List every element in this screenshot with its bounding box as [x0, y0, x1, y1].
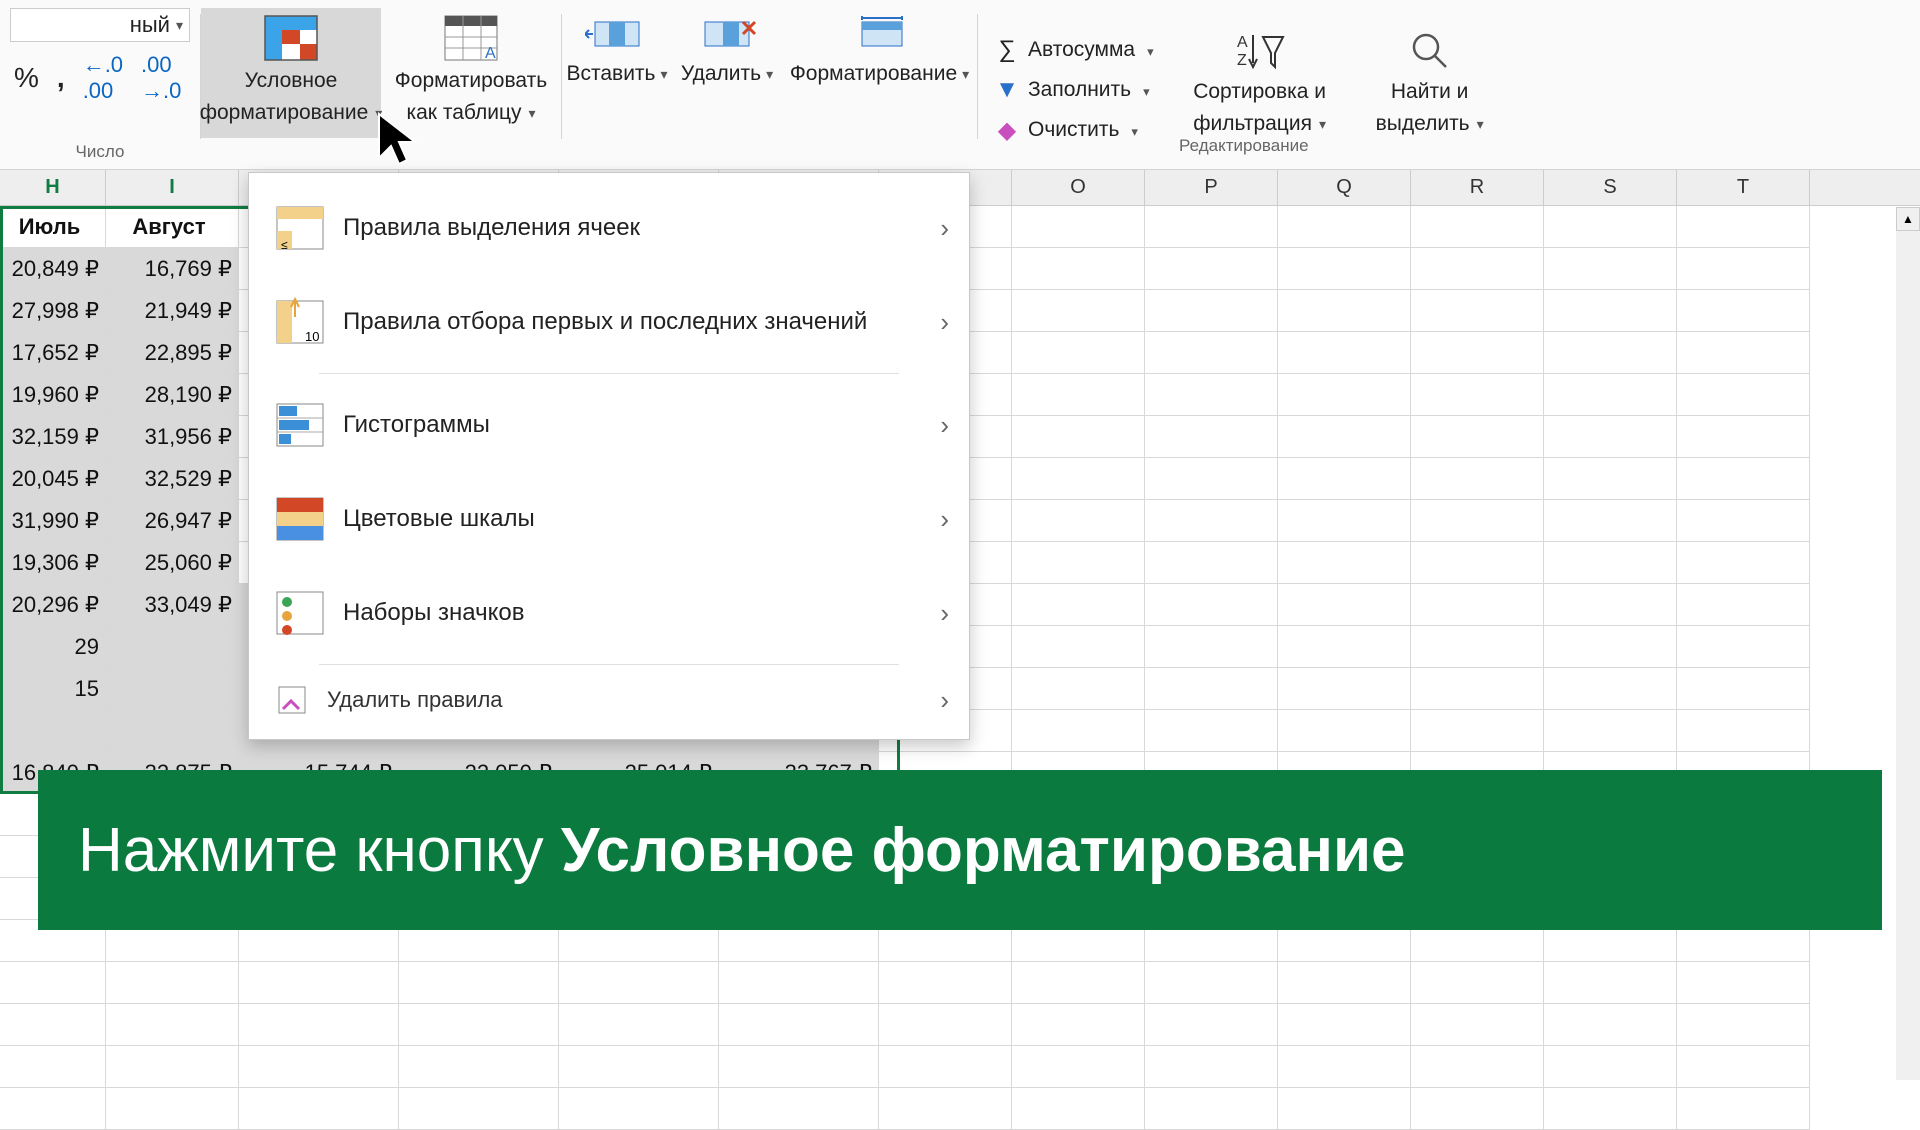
vertical-scrollbar[interactable]: ▲: [1896, 207, 1920, 1080]
number-format-dropdown[interactable]: ный ▾: [10, 8, 190, 42]
cell[interactable]: [0, 710, 106, 752]
decrease-decimal-icon[interactable]: .00→.0: [141, 52, 181, 104]
cell[interactable]: 19,960 ₽: [0, 374, 106, 416]
group-label-number: Число: [76, 142, 125, 162]
sort-filter-button[interactable]: AZ Сортировка и фильтрация: [1180, 23, 1340, 153]
svg-text:Z: Z: [1237, 52, 1247, 69]
top-bottom-icon: 10: [275, 297, 325, 347]
fill-down-icon: ▼: [994, 76, 1020, 104]
table-row: [0, 962, 1920, 1004]
menu-colorscales[interactable]: Цветовые шкалы ›: [249, 472, 969, 566]
sort-filter-icon: AZ: [1235, 29, 1285, 73]
cell[interactable]: Август: [106, 206, 239, 248]
menu-top-bottom[interactable]: 10 Правила отбора первых и последних зна…: [249, 275, 969, 369]
group-label-editing: Редактирование: [978, 136, 1510, 156]
table-row: [0, 1004, 1920, 1046]
databars-icon: [275, 400, 325, 450]
cell[interactable]: 15: [0, 668, 106, 710]
search-icon: [1408, 29, 1452, 73]
cell[interactable]: 29: [0, 626, 106, 668]
cell[interactable]: 21,949 ₽: [106, 290, 239, 332]
chevron-down-icon: ▾: [176, 17, 183, 34]
chevron-right-icon: ›: [940, 598, 949, 629]
cell[interactable]: 20,849 ₽: [0, 248, 106, 290]
chevron-right-icon: ›: [940, 504, 949, 535]
svg-text:≤: ≤: [281, 238, 288, 252]
colorscales-icon: [275, 494, 325, 544]
format-button[interactable]: Форматирование: [782, 8, 977, 86]
scroll-up-icon[interactable]: ▲: [1896, 207, 1920, 231]
clear-rules-icon: [275, 683, 309, 717]
group-number: ный ▾ % , ←.0.00 .00→.0 Число: [0, 8, 200, 168]
menu-clear-rules[interactable]: Удалить правила ›: [249, 669, 969, 731]
column-header[interactable]: I: [106, 170, 239, 205]
cell[interactable]: 32,529 ₽: [106, 458, 239, 500]
cell[interactable]: 33,049 ₽: [106, 584, 239, 626]
fill-button[interactable]: ▼Заполнить: [988, 74, 1160, 106]
iconsets-icon: [275, 588, 325, 638]
insert-cells-icon: [585, 14, 649, 54]
chevron-right-icon: ›: [940, 213, 949, 244]
highlight-rules-icon: ≤: [275, 203, 325, 253]
chevron-right-icon: ›: [940, 685, 949, 716]
delete-button[interactable]: Удалить: [672, 8, 782, 86]
format-cells-icon: [848, 14, 912, 54]
cell[interactable]: Июль: [0, 206, 106, 248]
menu-databars[interactable]: Гистограммы ›: [249, 378, 969, 472]
format-as-table-button[interactable]: A Форматировать как таблицу: [381, 8, 561, 138]
chevron-right-icon: ›: [940, 307, 949, 338]
cell[interactable]: [106, 668, 239, 710]
column-header[interactable]: Q: [1278, 170, 1411, 205]
cell[interactable]: 27,998 ₽: [0, 290, 106, 332]
column-header[interactable]: H: [0, 170, 106, 205]
svg-text:A: A: [1237, 34, 1248, 51]
sigma-icon: ∑: [994, 36, 1020, 64]
cell[interactable]: 17,652 ₽: [0, 332, 106, 374]
increase-decimal-icon[interactable]: ←.0.00: [83, 52, 123, 104]
cell[interactable]: 28,190 ₽: [106, 374, 239, 416]
cell[interactable]: 31,990 ₽: [0, 500, 106, 542]
cell[interactable]: 32,159 ₽: [0, 416, 106, 458]
column-header[interactable]: P: [1145, 170, 1278, 205]
cell[interactable]: 20,296 ₽: [0, 584, 106, 626]
banner-pre: Нажмите кнопку: [78, 816, 561, 885]
thousands-icon[interactable]: ,: [57, 52, 65, 104]
cell[interactable]: 26,947 ₽: [106, 500, 239, 542]
table-row: [0, 1046, 1920, 1088]
find-select-button[interactable]: Найти и выделить: [1360, 23, 1500, 153]
svg-text:10: 10: [305, 329, 319, 344]
cell[interactable]: 16,769 ₽: [106, 248, 239, 290]
table-row: [0, 1088, 1920, 1130]
cell[interactable]: [106, 626, 239, 668]
menu-highlight-cells[interactable]: ≤ Правила выделения ячеек ›: [249, 181, 969, 275]
cell[interactable]: [106, 710, 239, 752]
cell[interactable]: 19,306 ₽: [0, 542, 106, 584]
percent-icon[interactable]: %: [14, 52, 39, 104]
cell[interactable]: 22,895 ₽: [106, 332, 239, 374]
column-header[interactable]: S: [1544, 170, 1677, 205]
ribbon: ный ▾ % , ←.0.00 .00→.0 Число Условно: [0, 0, 1920, 170]
menu-iconsets[interactable]: Наборы значков ›: [249, 566, 969, 660]
number-format-text: ный: [130, 12, 170, 38]
column-header[interactable]: O: [1012, 170, 1145, 205]
format-as-table-icon: A: [443, 14, 499, 62]
banner-bold: Условное форматирование: [561, 816, 1406, 885]
autosum-button[interactable]: ∑Автосумма: [988, 34, 1160, 66]
cell[interactable]: 20,045 ₽: [0, 458, 106, 500]
column-header[interactable]: R: [1411, 170, 1544, 205]
chevron-right-icon: ›: [940, 410, 949, 441]
column-header[interactable]: T: [1677, 170, 1810, 205]
insert-button[interactable]: Вставить: [562, 8, 672, 86]
svg-text:A: A: [485, 45, 496, 62]
delete-cells-icon: [695, 14, 759, 54]
group-editing: ∑Автосумма ▼Заполнить ◆Очистить AZ Сорти…: [978, 8, 1510, 168]
conditional-formatting-menu: ≤ Правила выделения ячеек › 10 Правила о…: [248, 172, 970, 740]
conditional-formatting-icon: [263, 14, 319, 62]
cell[interactable]: 31,956 ₽: [106, 416, 239, 458]
instruction-banner: Нажмите кнопку Условное форматирование: [38, 770, 1882, 930]
cell[interactable]: 25,060 ₽: [106, 542, 239, 584]
conditional-formatting-button[interactable]: Условное форматирование: [201, 8, 381, 138]
